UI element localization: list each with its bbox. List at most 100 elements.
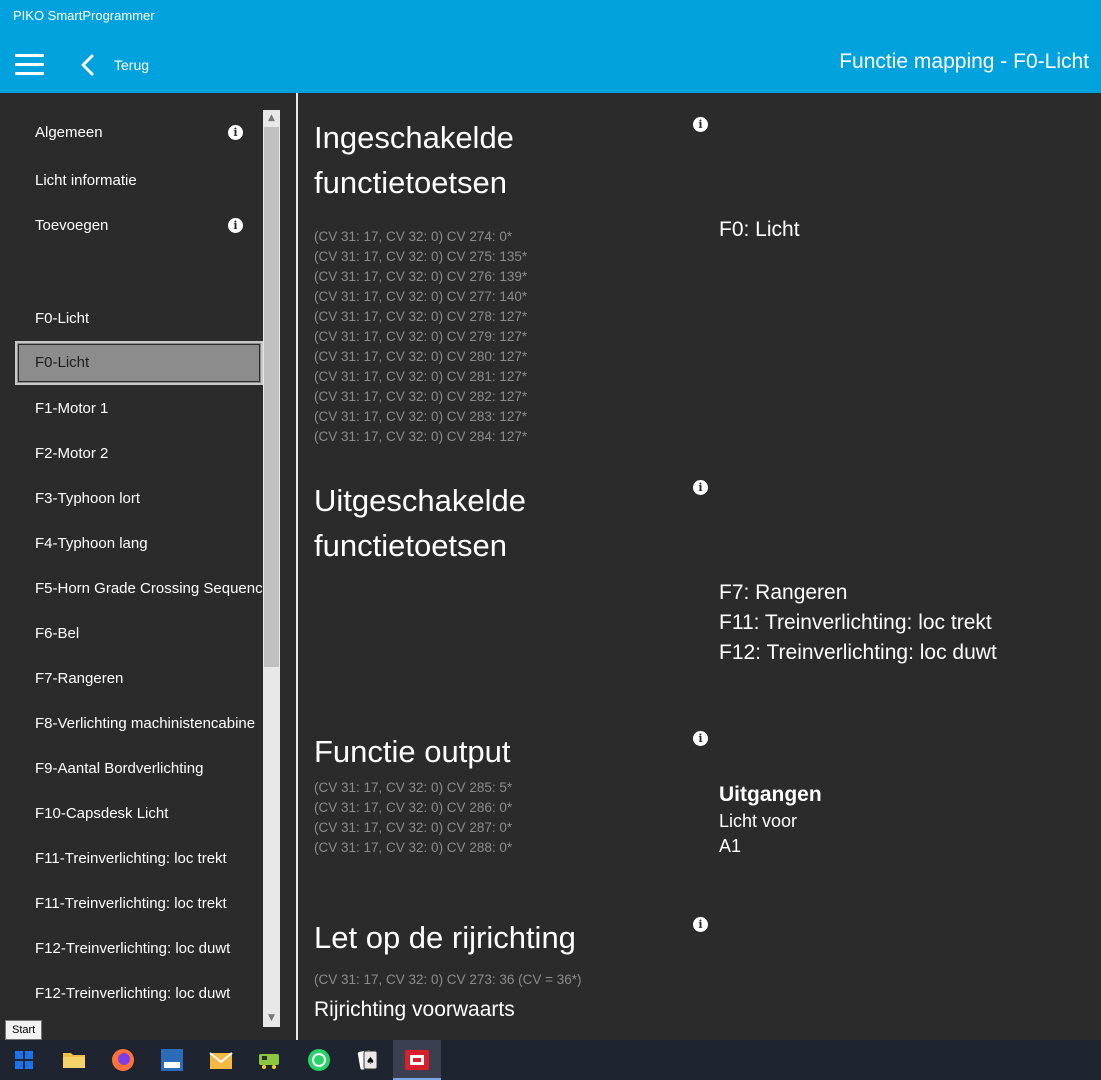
solitaire-button[interactable]: ♠	[344, 1040, 392, 1080]
sidebar-item-label: F1-Motor 1	[35, 400, 109, 417]
scroll-up-icon[interactable]: ▲	[263, 110, 280, 127]
sidebar-item-toevoegen[interactable]: Toevoegen i	[15, 204, 263, 248]
menu-icon[interactable]	[15, 54, 44, 76]
whatsapp-button[interactable]	[295, 1040, 343, 1080]
scroll-down-icon[interactable]: ▼	[263, 1010, 280, 1027]
cv-line: (CV 31: 17, CV 32: 0) CV 274: 0*	[314, 229, 513, 244]
esu-button[interactable]	[148, 1040, 196, 1080]
function-key: F12: Treinverlichting: loc duwt	[719, 641, 997, 664]
cv-line: (CV 31: 17, CV 32: 0) CV 277: 140*	[314, 289, 528, 304]
cards-icon: ♠	[357, 1050, 378, 1070]
sidebar-item-function[interactable]: F11-Treinverlichting: loc trekt	[15, 837, 263, 881]
sidebar-item-function[interactable]: F5-Horn Grade Crossing Sequence	[15, 567, 263, 611]
direction-cv: (CV 31: 17, CV 32: 0) CV 273: 36 (CV = 3…	[314, 972, 582, 987]
file-explorer-button[interactable]	[50, 1040, 98, 1080]
enabled-cv-list: (CV 31: 17, CV 32: 0) CV 274: 0* (CV 31:…	[314, 227, 527, 447]
info-icon[interactable]: i	[693, 117, 708, 132]
cv-line: (CV 31: 17, CV 32: 0) CV 283: 127*	[314, 409, 528, 424]
back-label: Terug	[114, 57, 150, 73]
sidebar-item-function[interactable]: F7-Rangeren	[15, 657, 263, 701]
info-icon[interactable]: i	[228, 125, 243, 140]
sidebar-item-label: F12-Treinverlichting: loc duwt	[35, 985, 231, 1002]
sidebar-item-licht-informatie[interactable]: Licht informatie	[15, 159, 263, 203]
sidebar-item-label: F0-Licht	[35, 354, 90, 371]
sidebar-scrollbar[interactable]: ▲ ▼	[263, 110, 280, 1027]
piko-app-button[interactable]	[393, 1040, 441, 1080]
sidebar-item-function[interactable]: F4-Typhoon lang	[15, 522, 263, 566]
sidebar: Algemeen i Licht informatie Toevoegen i …	[0, 93, 296, 1030]
sidebar-item-label: F6-Bel	[35, 625, 80, 642]
function-key: F0: Licht	[719, 218, 800, 241]
cv-line: (CV 31: 17, CV 32: 0) CV 281: 127*	[314, 369, 528, 384]
sidebar-item-label: F9-Aantal Bordverlichting	[35, 760, 204, 777]
outputs-heading: Uitgangen	[719, 783, 822, 806]
cv-line: (CV 31: 17, CV 32: 0) CV 286: 0*	[314, 800, 513, 815]
sidebar-item-function-selected[interactable]: F0-Licht	[15, 341, 263, 385]
app-window: PIKO SmartProgrammer Terug Functie mappi…	[0, 0, 1101, 1080]
folder-icon	[63, 1053, 85, 1068]
sidebar-item-function[interactable]: F6-Bel	[15, 612, 263, 656]
sidebar-item-function[interactable]: F0-Licht	[15, 297, 263, 341]
sidebar-item-function[interactable]: F11-Treinverlichting: loc trekt	[15, 882, 263, 926]
page-title: Functie mapping - F0-Licht	[839, 50, 1089, 73]
whatsapp-icon	[308, 1049, 330, 1071]
disabled-keys-list: F7: Rangeren F11: Treinverlichting: loc …	[719, 578, 997, 668]
info-icon[interactable]: i	[693, 917, 708, 932]
sidebar-item-label: F5-Horn Grade Crossing Sequence	[35, 580, 263, 597]
train-app-button[interactable]	[246, 1040, 294, 1080]
sidebar-item-function[interactable]: F12-Treinverlichting: loc duwt	[15, 972, 263, 1016]
cv-line: (CV 31: 17, CV 32: 0) CV 284: 127*	[314, 429, 528, 444]
cv-line: (CV 31: 17, CV 32: 0) CV 279: 127*	[314, 329, 528, 344]
cv-line: (CV 31: 17, CV 32: 0) CV 276: 139*	[314, 269, 528, 284]
function-key: F7: Rangeren	[719, 581, 848, 604]
sidebar-item-label: F8-Verlichting machinistencabine	[35, 715, 256, 732]
info-icon[interactable]: i	[693, 731, 708, 746]
sidebar-item-label: Licht informatie	[35, 172, 137, 189]
main-content: Ingeschakelde functietoetsen i (CV 31: 1…	[298, 93, 1101, 1040]
start-button[interactable]	[0, 1040, 48, 1080]
sidebar-item-algemeen[interactable]: Algemeen i	[15, 111, 263, 155]
direction-value: Rijrichting voorwaarts	[314, 998, 515, 1021]
taskbar: ♠	[0, 1040, 1101, 1080]
sidebar-item-function[interactable]: F10-Capsdesk Licht	[15, 792, 263, 836]
sidebar-item-function[interactable]: F9-Aantal Bordverlichting	[15, 747, 263, 791]
direction-section-title: Let op de rijrichting	[314, 920, 576, 955]
info-icon[interactable]: i	[693, 480, 708, 495]
mail-app-button[interactable]	[197, 1040, 245, 1080]
sidebar-item-label: F2-Motor 2	[35, 445, 109, 462]
svg-text:♠: ♠	[366, 1056, 375, 1067]
cv-line: (CV 31: 17, CV 32: 0) CV 282: 127*	[314, 389, 528, 404]
sidebar-item-label: Toevoegen	[35, 217, 109, 234]
sidebar-item-function[interactable]: F1-Motor 1	[15, 387, 263, 431]
cv-line: (CV 31: 17, CV 32: 0) CV 278: 127*	[314, 309, 528, 324]
enabled-section-title: Ingeschakelde functietoetsen	[314, 120, 514, 200]
cv-line: (CV 31: 17, CV 32: 0) CV 287: 0*	[314, 820, 513, 835]
header-bar: PIKO SmartProgrammer Terug Functie mappi…	[0, 0, 1101, 93]
scroll-thumb[interactable]	[264, 127, 279, 667]
sidebar-item-function[interactable]: F2-Motor 2	[15, 432, 263, 476]
windows-icon	[15, 1051, 33, 1069]
outputs-list: Uitgangen Licht voor A1	[719, 781, 822, 859]
sidebar-item-function[interactable]: F12-Treinverlichting: loc duwt	[15, 927, 263, 971]
enabled-keys-list: F0: Licht	[719, 215, 800, 245]
esu-icon	[161, 1049, 183, 1071]
piko-app-icon	[405, 1050, 429, 1070]
sidebar-item-label: Algemeen	[35, 124, 103, 141]
cv-line: (CV 31: 17, CV 32: 0) CV 285: 5*	[314, 780, 513, 795]
sidebar-item-label: F3-Typhoon lort	[35, 490, 141, 507]
sidebar-item-label: F12-Treinverlichting: loc duwt	[35, 940, 231, 957]
output-item: Licht voor	[719, 811, 798, 831]
sidebar-item-function[interactable]: F3-Typhoon lort	[15, 477, 263, 521]
cv-line: (CV 31: 17, CV 32: 0) CV 280: 127*	[314, 349, 528, 364]
output-cv-list: (CV 31: 17, CV 32: 0) CV 285: 5* (CV 31:…	[314, 778, 512, 858]
output-item: A1	[719, 836, 742, 856]
sidebar-item-label: F0-Licht	[35, 310, 90, 327]
sidebar-item-function[interactable]: F8-Verlichting machinistencabine	[15, 702, 263, 746]
sidebar-item-label: F4-Typhoon lang	[35, 535, 148, 552]
chevron-left-icon	[81, 54, 94, 76]
back-button[interactable]: Terug	[80, 52, 149, 78]
sidebar-item-label: F11-Treinverlichting: loc trekt	[35, 895, 227, 912]
info-icon[interactable]: i	[228, 218, 243, 233]
function-key: F11: Treinverlichting: loc trekt	[719, 611, 992, 634]
firefox-button[interactable]	[99, 1040, 147, 1080]
